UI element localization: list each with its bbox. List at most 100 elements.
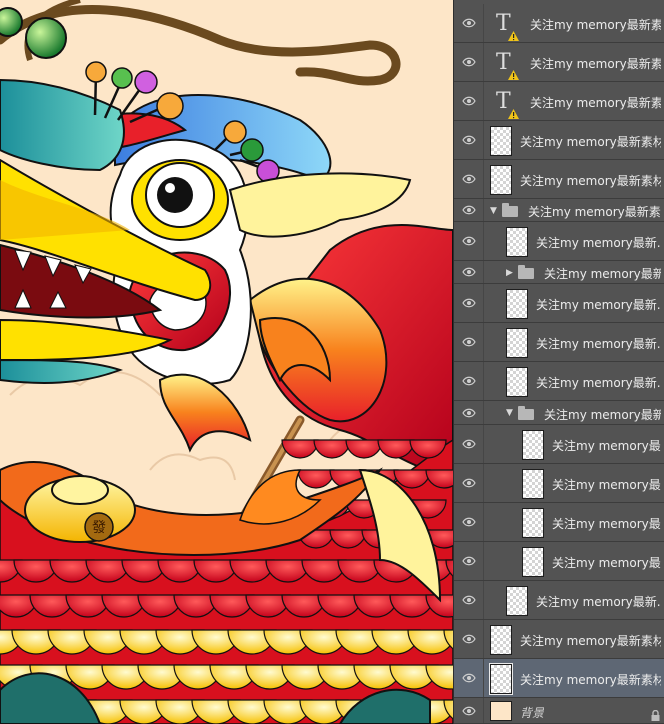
eye-icon bbox=[461, 267, 476, 277]
layer-thumbnail bbox=[490, 701, 512, 721]
eye-icon bbox=[461, 439, 476, 449]
layer-thumbnail bbox=[506, 226, 528, 257]
layer-name: 关注my memory最新素材 bbox=[520, 634, 661, 648]
layer-row[interactable]: T 关注my memory最新素材 bbox=[454, 82, 664, 121]
layer-name: 关注my memory最新... bbox=[536, 376, 661, 390]
layer-row[interactable]: ▼ 关注my memory最新素材 bbox=[454, 199, 664, 222]
layer-thumbnail bbox=[490, 624, 512, 655]
layer-name: 关注my memory最... bbox=[552, 439, 661, 453]
layer-row[interactable]: 关注my memory最新... bbox=[454, 581, 664, 620]
layer-row[interactable]: 关注my memory最新素材 bbox=[454, 121, 664, 160]
layer-row[interactable]: 关注my memory最新素材 bbox=[454, 659, 664, 698]
layer-name: 关注my memory最新素材 bbox=[520, 174, 661, 188]
visibility-toggle[interactable] bbox=[454, 425, 484, 463]
layer-name: 关注my memory最... bbox=[552, 478, 661, 492]
eye-icon bbox=[461, 517, 476, 527]
eye-icon bbox=[461, 634, 476, 644]
layer-row[interactable]: T 关注my memory最新素材 bbox=[454, 43, 664, 82]
layer-thumbnail bbox=[522, 429, 544, 460]
layer-name: 关注my memory最新素材 bbox=[528, 205, 661, 219]
layer-thumbnail bbox=[522, 546, 544, 577]
layer-thumbnail bbox=[522, 507, 544, 538]
visibility-toggle[interactable] bbox=[454, 542, 484, 580]
lion-dance-illustration: 發 bbox=[0, 0, 453, 724]
layer-thumbnail bbox=[490, 164, 512, 195]
layer-row[interactable]: 关注my memory最... bbox=[454, 425, 664, 464]
warning-icon bbox=[508, 26, 519, 41]
collapse-arrow-icon[interactable]: ▼ bbox=[490, 206, 497, 216]
layer-name: 关注my memory最新素材 bbox=[530, 57, 661, 71]
layer-name: 关注my memory最新素材 bbox=[520, 135, 661, 149]
layer-name: 关注my memory最新素材 bbox=[530, 18, 661, 32]
layer-name: 关注my memory最新... bbox=[536, 236, 661, 250]
ornament-ball bbox=[25, 17, 67, 59]
eye-icon bbox=[461, 298, 476, 308]
eye-icon bbox=[461, 236, 476, 246]
layer-thumbnail bbox=[489, 662, 513, 695]
visibility-toggle[interactable] bbox=[454, 581, 484, 619]
scale bbox=[281, 439, 319, 459]
layer-thumbnail bbox=[506, 288, 528, 319]
warning-icon bbox=[508, 104, 519, 119]
eye-icon bbox=[461, 706, 476, 715]
layer-row[interactable]: 关注my memory最新... bbox=[454, 284, 664, 323]
visibility-toggle[interactable] bbox=[454, 199, 484, 221]
visibility-toggle[interactable] bbox=[454, 222, 484, 260]
eye-icon bbox=[461, 174, 476, 184]
layer-row[interactable]: 背景 bbox=[454, 698, 664, 724]
lock-icon bbox=[651, 706, 660, 721]
layer-row[interactable]: T 关注my memory最新素材 bbox=[454, 4, 664, 43]
visibility-toggle[interactable] bbox=[454, 503, 484, 541]
eye-icon bbox=[461, 408, 476, 417]
layer-name: 关注my memory最... bbox=[552, 556, 661, 570]
visibility-toggle[interactable] bbox=[454, 698, 484, 723]
visibility-toggle[interactable] bbox=[454, 362, 484, 400]
visibility-toggle[interactable] bbox=[454, 659, 484, 697]
visibility-toggle[interactable] bbox=[454, 160, 484, 198]
layer-row[interactable]: ▶ 关注my memory最新... bbox=[454, 261, 664, 284]
layer-thumbnail bbox=[522, 468, 544, 499]
layer-row[interactable]: 关注my memory最新素材 bbox=[454, 620, 664, 659]
layer-name: 关注my memory最新... bbox=[536, 337, 661, 351]
visibility-toggle[interactable] bbox=[454, 284, 484, 322]
layer-row[interactable]: 关注my memory最新... bbox=[454, 222, 664, 261]
visibility-toggle[interactable] bbox=[454, 121, 484, 159]
visibility-toggle[interactable] bbox=[454, 43, 484, 81]
eye-icon bbox=[461, 673, 476, 683]
eye-icon bbox=[461, 57, 476, 67]
layer-name: 关注my memory最新... bbox=[544, 267, 661, 281]
layer-row[interactable]: 关注my memory最新... bbox=[454, 323, 664, 362]
layer-row[interactable]: 关注my memory最新素材 bbox=[454, 160, 664, 199]
eye-icon bbox=[461, 337, 476, 347]
layer-row[interactable]: ▼ 关注my memory最新... bbox=[454, 401, 664, 425]
eye-icon bbox=[461, 556, 476, 566]
visibility-toggle[interactable] bbox=[454, 261, 484, 283]
layer-thumbnail bbox=[506, 366, 528, 397]
layer-name: 关注my memory最新... bbox=[536, 595, 661, 609]
visibility-toggle[interactable] bbox=[454, 82, 484, 120]
visibility-toggle[interactable] bbox=[454, 323, 484, 361]
collapse-arrow-icon[interactable]: ▼ bbox=[506, 408, 513, 418]
layer-row[interactable]: 关注my memory最新... bbox=[454, 362, 664, 401]
visibility-toggle[interactable] bbox=[454, 4, 484, 42]
eye-icon bbox=[461, 135, 476, 145]
fa-character: 發 bbox=[92, 520, 106, 536]
eye-icon bbox=[461, 376, 476, 386]
layer-row[interactable]: 关注my memory最... bbox=[454, 542, 664, 581]
scale bbox=[313, 439, 351, 459]
eye-icon bbox=[461, 595, 476, 605]
layer-row[interactable]: 关注my memory最... bbox=[454, 464, 664, 503]
visibility-toggle[interactable] bbox=[454, 401, 484, 424]
layer-thumbnail bbox=[490, 125, 512, 156]
layers-panel: T 关注my memory最新素材 T 关注my memory最新素材 T 关注my me… bbox=[453, 0, 664, 724]
layer-name: 关注my memory最新素材 bbox=[520, 673, 661, 687]
visibility-toggle[interactable] bbox=[454, 464, 484, 502]
visibility-toggle[interactable] bbox=[454, 620, 484, 658]
layer-row[interactable]: 关注my memory最... bbox=[454, 503, 664, 542]
layer-name: 背景 bbox=[520, 705, 545, 720]
scale bbox=[297, 469, 335, 489]
artwork-canvas[interactable]: 發 bbox=[0, 0, 453, 724]
layer-name: 关注my memory最新素材 bbox=[530, 96, 661, 110]
expand-arrow-icon[interactable]: ▶ bbox=[506, 268, 513, 278]
scale bbox=[345, 439, 383, 459]
